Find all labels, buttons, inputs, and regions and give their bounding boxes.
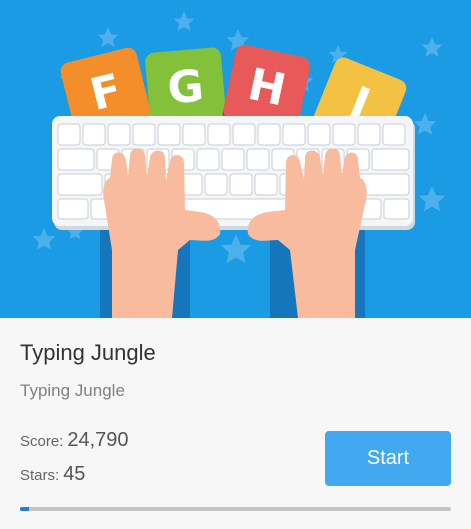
game-card[interactable]: F G H J Typing Jungle Typing Jungle Scor… <box>0 0 471 529</box>
keyboard-key <box>57 123 81 146</box>
keyboard-key <box>232 123 256 146</box>
banner-illustration: F G H J <box>0 0 471 318</box>
keyboard-key <box>204 173 228 196</box>
keyboard-key <box>357 123 381 146</box>
keyboard-key <box>82 123 106 146</box>
keyboard-key <box>132 123 156 146</box>
keyboard-key <box>57 173 103 196</box>
keyboard-key <box>246 148 270 171</box>
svg-text:G: G <box>165 61 205 115</box>
keyboard-key <box>257 123 281 146</box>
keyboard-key <box>307 123 331 146</box>
score-label: Score: <box>20 433 64 450</box>
keyboard-key <box>371 148 410 171</box>
progress-bar-fill <box>20 507 29 511</box>
keyboard-key <box>207 123 231 146</box>
keyboard-key <box>157 123 181 146</box>
keyboard-key <box>107 123 131 146</box>
progress-bar <box>20 507 451 511</box>
game-banner-image: F G H J <box>0 0 471 318</box>
game-title: Typing Jungle <box>20 340 156 365</box>
keyboard-key <box>382 123 406 146</box>
score-stat: Score: 24,790 <box>20 429 129 452</box>
start-button[interactable]: Start <box>325 431 451 486</box>
keyboard-key <box>196 148 220 171</box>
keyboard-key <box>182 123 206 146</box>
stars-value: 45 <box>63 463 86 485</box>
stars-stat: Stars: 45 <box>20 463 85 486</box>
keyboard-key <box>332 123 356 146</box>
keyboard-key <box>282 123 306 146</box>
stars-label: Stars: <box>20 467 60 484</box>
keyboard-key <box>229 173 253 196</box>
keyboard-key <box>254 173 278 196</box>
game-subtitle: Typing Jungle <box>20 381 125 400</box>
keyboard-key <box>57 198 89 220</box>
keyboard-key <box>383 198 410 220</box>
score-value: 24,790 <box>67 429 129 451</box>
game-info-panel: Typing Jungle Typing Jungle Score: 24,790… <box>0 318 471 529</box>
keyboard-key <box>221 148 245 171</box>
keyboard-key <box>57 148 95 171</box>
